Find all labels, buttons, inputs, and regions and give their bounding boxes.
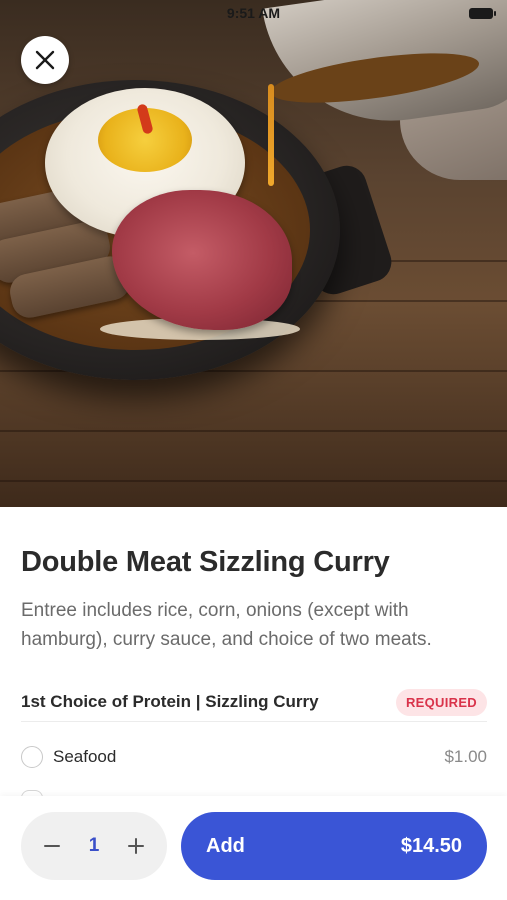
status-bar: 9:51 AM — [0, 0, 507, 26]
item-hero-image — [0, 0, 507, 507]
option-group-header: 1st Choice of Protein | Sizzling Curry R… — [21, 684, 487, 720]
pouring-sauce — [268, 84, 274, 186]
option-row-seafood[interactable]: Seafood $1.00 — [21, 740, 487, 774]
battery-icon — [469, 8, 496, 19]
wood-grain — [0, 430, 507, 432]
status-time: 9:51 AM — [226, 5, 281, 21]
add-button-label: Add — [206, 834, 245, 857]
decrement-button[interactable] — [41, 835, 63, 857]
quantity-value: 1 — [88, 835, 100, 856]
option-group-title: 1st Choice of Protein | Sizzling Curry — [21, 692, 319, 711]
option-label: Seafood — [53, 747, 117, 766]
close-icon — [35, 50, 55, 70]
required-badge: REQUIRED — [395, 688, 487, 716]
minus-icon — [44, 845, 60, 847]
close-button[interactable] — [21, 36, 69, 84]
bottom-action-bar: 1 Add $14.50 — [0, 796, 507, 900]
add-to-cart-button[interactable]: Add $14.50 — [181, 812, 487, 880]
option-price: $1.00 — [444, 747, 487, 766]
divider — [21, 721, 487, 722]
radio-button[interactable] — [21, 746, 43, 768]
increment-button[interactable] — [125, 835, 147, 857]
add-button-price: $14.50 — [400, 834, 462, 857]
wood-grain — [0, 480, 507, 482]
option-left: Seafood — [21, 746, 116, 768]
item-title: Double Meat Sizzling Curry — [21, 546, 390, 578]
quantity-stepper: 1 — [21, 812, 167, 880]
item-description: Entree includes rice, corn, onions (exce… — [21, 600, 432, 650]
plus-icon — [127, 838, 144, 854]
